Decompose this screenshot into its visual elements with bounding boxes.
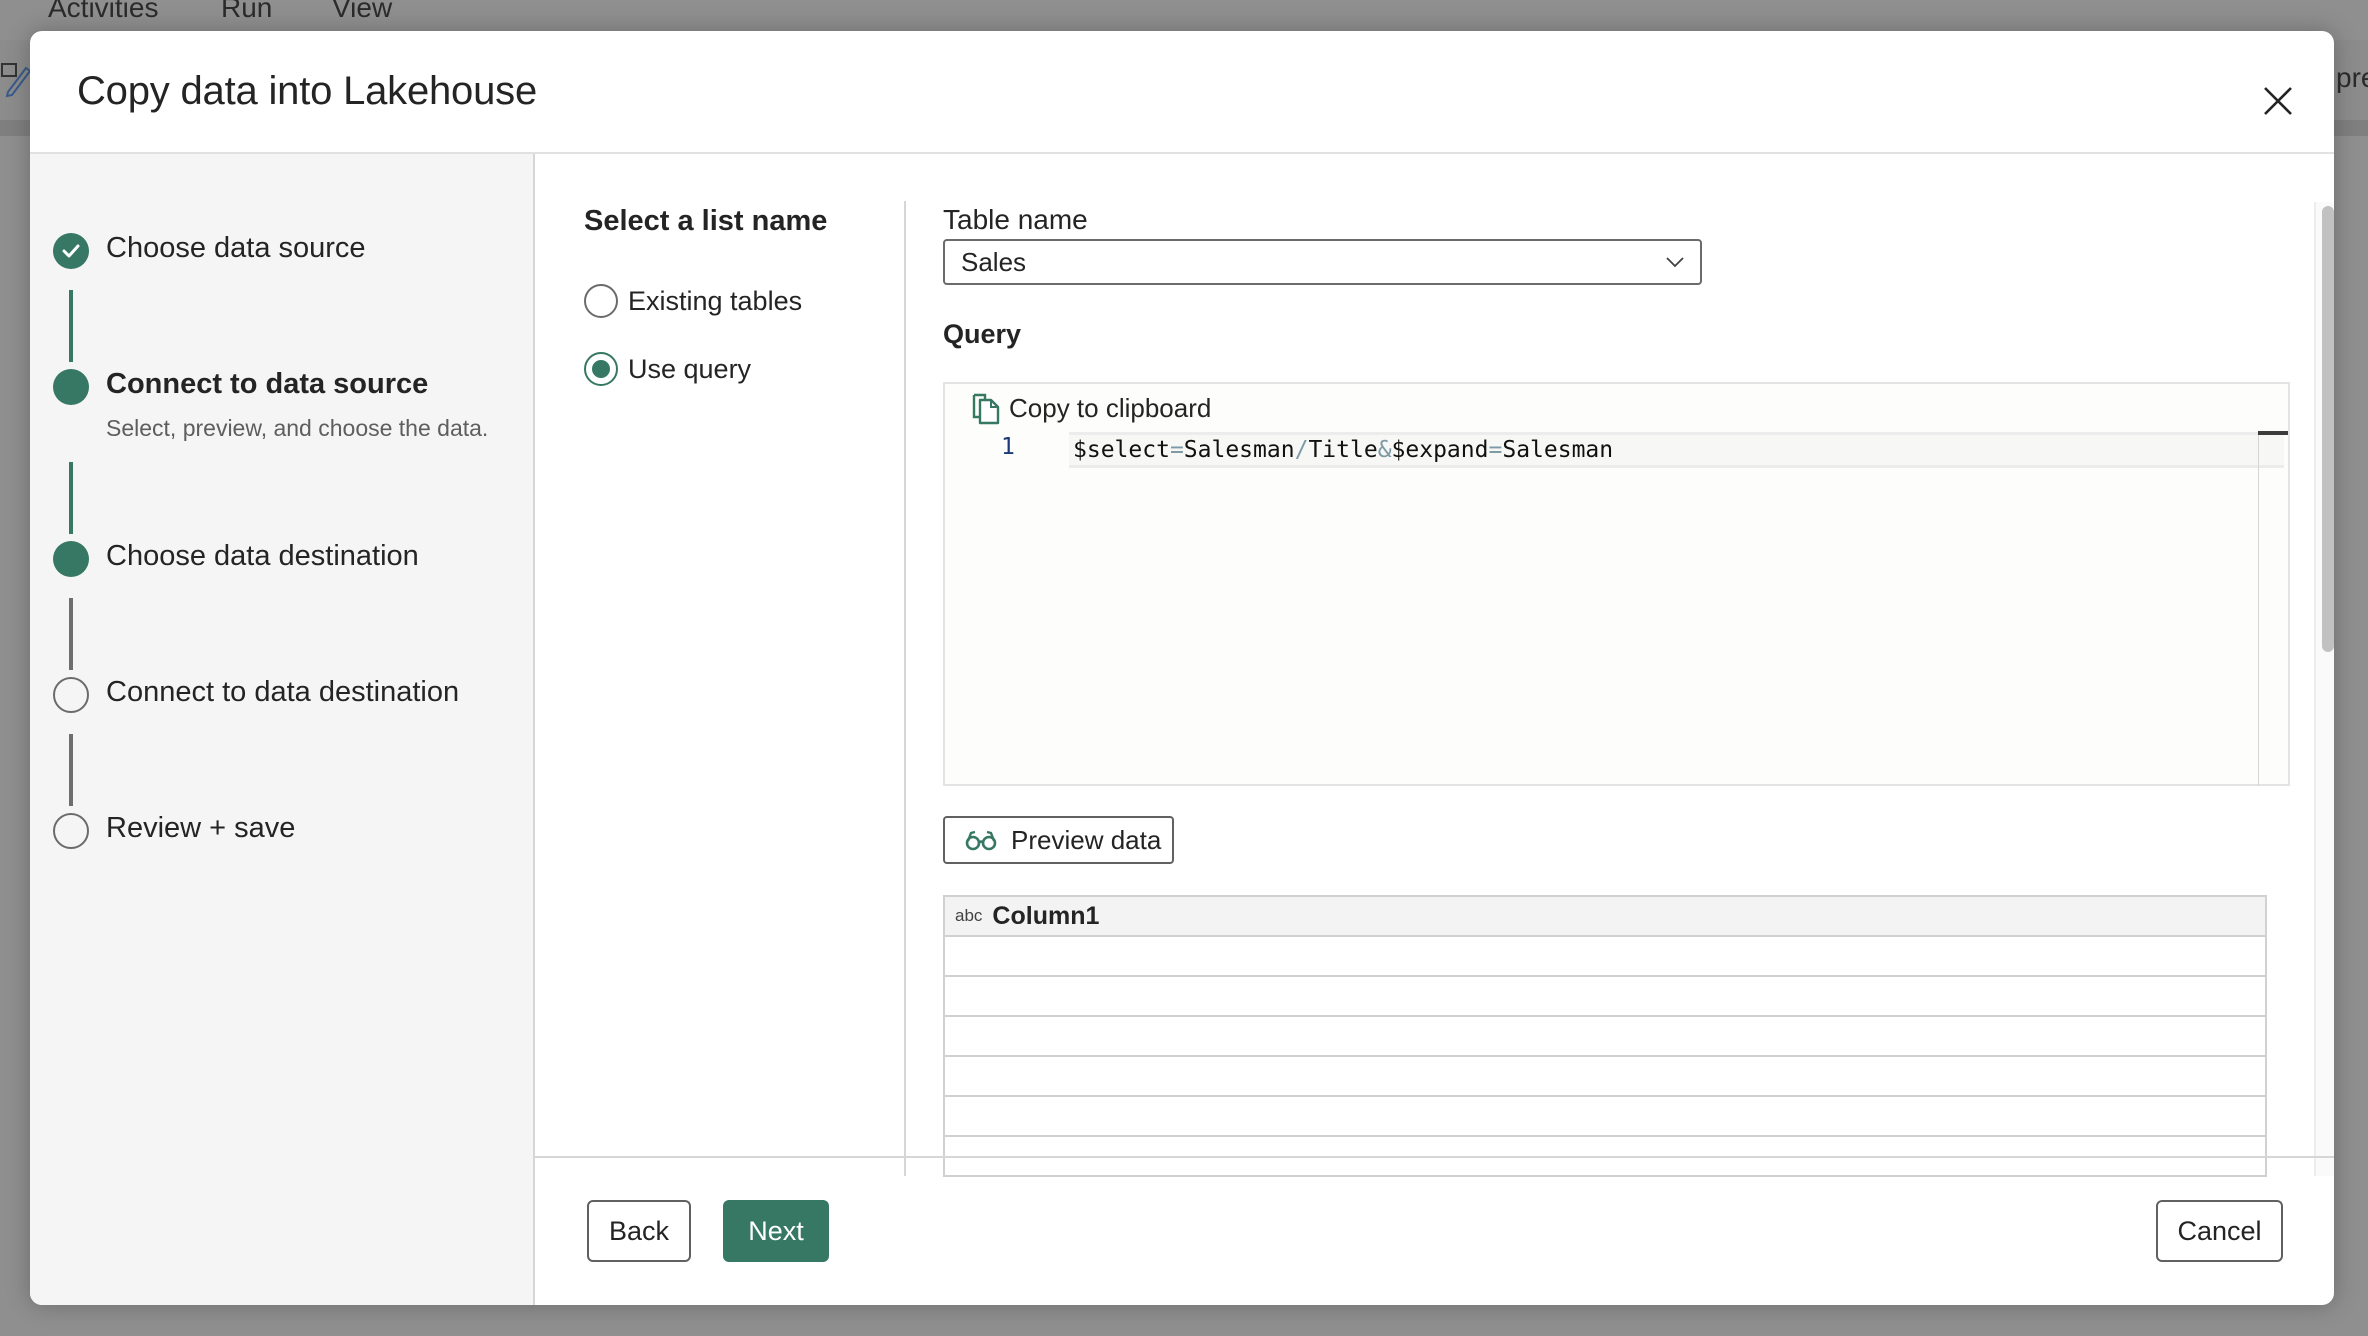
column-divider <box>904 201 906 1176</box>
code-line: 1 $select=Salesman/Title&$expand=Salesma… <box>945 432 2288 468</box>
bg-menu-activities: Activities <box>48 0 159 23</box>
text-type-icon: abc <box>955 906 983 925</box>
column-header: Column1 <box>992 901 1100 930</box>
bg-menu-view: View <box>332 0 393 23</box>
table-header[interactable]: abc Column1 <box>945 897 2265 937</box>
step-subtitle: Select, preview, and choose the data. <box>106 415 489 441</box>
close-button[interactable] <box>2254 77 2302 125</box>
list-name-heading: Select a list name <box>584 205 828 237</box>
chevron-down-icon <box>1666 257 1684 268</box>
code-token: Salesman <box>1183 437 1295 463</box>
table-body <box>945 937 2265 1177</box>
step-review-save: Review + save <box>106 812 296 844</box>
preview-data-button[interactable]: Preview data <box>943 816 1174 864</box>
background-partial-text: pre <box>2336 62 2368 93</box>
checkmark-icon <box>62 244 80 258</box>
step-choose-data-destination: Choose data destination <box>106 540 419 572</box>
radio-checked-icon[interactable] <box>584 352 618 386</box>
scrollbar-thumb[interactable] <box>2322 206 2334 652</box>
vertical-scrollbar[interactable] <box>2314 202 2334 1176</box>
step-active-icon <box>53 541 89 577</box>
copy-data-dialog: Copy data into Lakehouse Choose data sou… <box>30 31 2334 1305</box>
step-connector <box>69 290 73 362</box>
table-name-label: Table name <box>943 204 1088 235</box>
code-token: Title <box>1308 437 1378 463</box>
radio-label: Use query <box>628 353 752 384</box>
table-row <box>945 1057 2265 1097</box>
table-name-value: Sales <box>961 246 1027 277</box>
step-pending-icon <box>53 677 89 713</box>
step-connector <box>69 462 73 534</box>
footer-divider <box>535 1156 2334 1158</box>
code-operator: & <box>1377 437 1392 463</box>
query-editor[interactable]: Copy to clipboard 1 $select=Salesman/Tit… <box>943 382 2290 786</box>
code-line-content[interactable]: $select=Salesman/Title&$expand=Salesman <box>1069 432 2284 468</box>
table-row <box>945 1097 2265 1137</box>
step-active-icon <box>53 369 89 405</box>
step-connect-to-data-source: Connect to data source <box>106 368 429 400</box>
step-connector <box>69 734 73 806</box>
preview-table: abc Column1 <box>943 895 2267 1177</box>
edit-icon <box>0 58 34 98</box>
next-button[interactable]: Next <box>723 1200 829 1262</box>
copy-icon <box>972 393 1000 425</box>
cancel-button[interactable]: Cancel <box>2156 1200 2283 1262</box>
radio-label: Existing tables <box>628 285 803 316</box>
code-token: $expand <box>1391 437 1489 463</box>
back-button[interactable]: Back <box>587 1200 691 1262</box>
preview-data-label: Preview data <box>1011 824 1162 855</box>
dialog-title: Copy data into Lakehouse <box>77 69 537 113</box>
line-number: 1 <box>1001 434 1015 460</box>
query-label: Query <box>943 319 1022 349</box>
wizard-stepper: Choose data source Connect to data sourc… <box>30 154 535 1305</box>
step-done-icon <box>53 233 89 269</box>
radio-use-query[interactable]: Use query <box>584 352 751 386</box>
step-connector <box>69 598 73 670</box>
bg-menu-run: Run <box>221 0 273 23</box>
code-operator: = <box>1169 437 1184 463</box>
close-icon <box>2264 87 2292 115</box>
editor-overview-marker <box>2258 431 2288 435</box>
code-operator: = <box>1488 437 1503 463</box>
table-name-dropdown[interactable]: Sales <box>943 239 1702 285</box>
glasses-icon <box>965 830 997 851</box>
code-operator: / <box>1294 437 1309 463</box>
copy-to-clipboard-button[interactable]: Copy to clipboard <box>971 390 1211 426</box>
code-token: Salesman <box>1502 437 1614 463</box>
table-row <box>945 1017 2265 1057</box>
radio-existing-tables[interactable]: Existing tables <box>584 284 802 318</box>
editor-minimap-divider <box>2258 432 2259 786</box>
step-pending-icon <box>53 813 89 849</box>
table-row <box>945 937 2265 977</box>
radio-unchecked-icon[interactable] <box>584 284 618 318</box>
step-choose-data-source: Choose data source <box>106 232 366 264</box>
step-connect-to-data-destination: Connect to data destination <box>106 676 460 708</box>
table-row <box>945 977 2265 1017</box>
copy-to-clipboard-label: Copy to clipboard <box>1009 392 1212 423</box>
code-token: $select <box>1073 437 1170 463</box>
